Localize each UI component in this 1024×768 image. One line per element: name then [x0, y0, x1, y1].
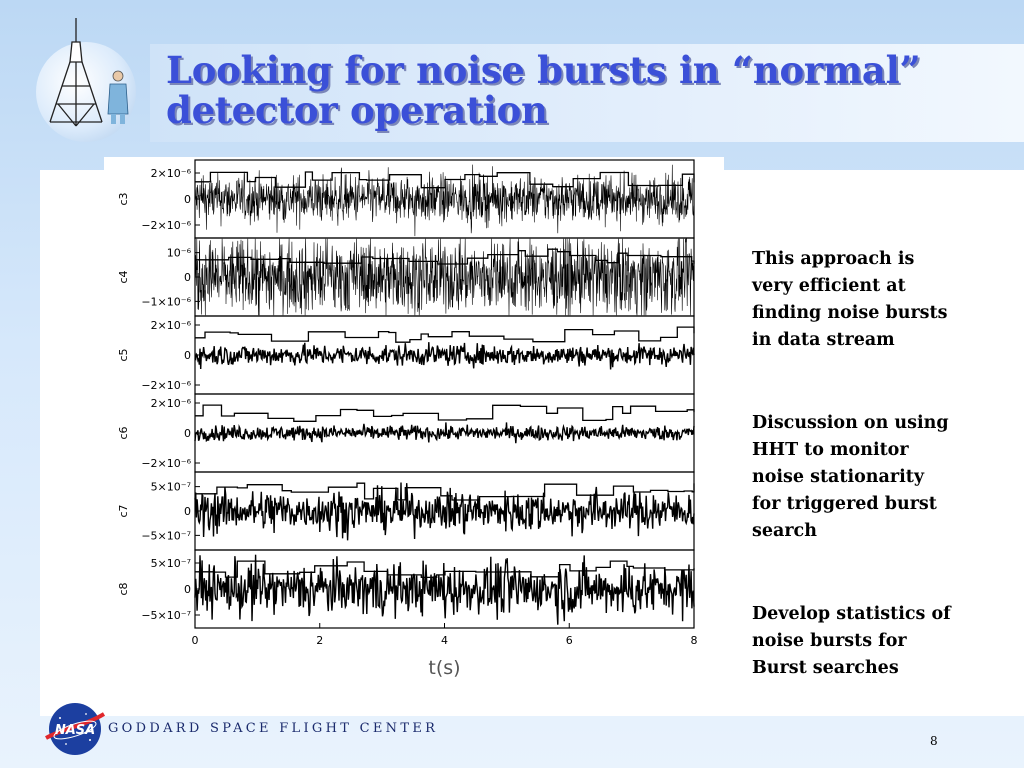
bullet-2-line: noise stationarity — [752, 467, 924, 487]
y-tick-label: −2×10⁻⁶ — [141, 457, 191, 470]
slide-title-line-1: Looking for noise bursts in “normal” — [166, 48, 921, 92]
y-axis-label: c3 — [117, 192, 130, 205]
y-tick-label: −5×10⁻⁷ — [141, 529, 191, 542]
y-tick-label: −1×10⁻⁶ — [141, 295, 191, 308]
y-tick-label: 2×10⁻⁶ — [151, 397, 192, 410]
x-tick-label: 4 — [441, 634, 448, 647]
y-tick-label: 0 — [184, 349, 191, 362]
slide-title-line-2: detector operation — [166, 88, 548, 132]
burst-step-line — [195, 171, 695, 189]
y-tick-label: 0 — [184, 193, 191, 206]
y-tick-label: 10⁻⁶ — [167, 247, 192, 260]
footer-org-name: GODDARD SPACE FLIGHT CENTER — [108, 721, 439, 736]
y-tick-label: −5×10⁻⁷ — [141, 609, 191, 622]
nasa-logo-icon: NASA — [45, 703, 106, 755]
y-axis-label: c6 — [117, 426, 130, 439]
bullet-3-line: noise bursts for — [752, 631, 907, 651]
y-tick-label: 0 — [184, 271, 191, 284]
y-axis-label: c5 — [117, 348, 130, 361]
x-axis-label: t(s) — [428, 657, 460, 679]
bullet-3-line: Develop statistics of — [752, 604, 951, 624]
burst-step-line — [195, 404, 695, 422]
bullet-2-line: search — [752, 521, 817, 541]
bullet-1: This approach is very efficient at findi… — [752, 246, 992, 354]
nasa-logo-text: NASA — [55, 723, 95, 738]
detector-tower-icon — [49, 18, 129, 127]
y-tick-label: 2×10⁻⁶ — [151, 319, 192, 332]
burst-step-line — [195, 326, 695, 343]
y-tick-label: 2×10⁻⁶ — [151, 167, 192, 180]
bullet-2: Discussion on using HHT to monitor noise… — [752, 410, 992, 545]
signal-trace — [194, 342, 695, 370]
bullet-2-line: Discussion on using — [752, 413, 949, 433]
bullet-1-line: This approach is — [752, 249, 915, 269]
bullet-1-line: in data stream — [752, 330, 895, 350]
y-tick-label: 5×10⁻⁷ — [151, 557, 191, 570]
page-number: 8 — [930, 734, 938, 748]
x-tick-label: 6 — [566, 634, 573, 647]
signal-trace — [194, 482, 695, 541]
y-tick-label: 0 — [184, 427, 191, 440]
y-axis-label: c8 — [117, 582, 130, 595]
y-axis-label: c7 — [117, 504, 130, 517]
signal-trace — [194, 554, 695, 625]
y-tick-label: 0 — [184, 583, 191, 596]
y-tick-label: 0 — [184, 505, 191, 518]
signal-trace — [194, 422, 695, 444]
y-axis-label: c4 — [117, 270, 130, 283]
bullet-3: Develop statistics of noise bursts for B… — [752, 601, 992, 682]
bullet-3-line: Burst searches — [752, 658, 899, 678]
y-tick-label: −2×10⁻⁶ — [141, 379, 191, 392]
signal-trace — [194, 164, 695, 237]
signal-trace — [194, 238, 695, 316]
bullet-1-line: very efficient at — [752, 276, 906, 296]
x-tick-label: 0 — [192, 634, 199, 647]
x-tick-label: 2 — [316, 634, 323, 647]
y-tick-label: −2×10⁻⁶ — [141, 219, 191, 232]
slide-title: Looking for noise bursts in “normal” det… — [166, 50, 1006, 130]
imf-noise-chart: 2×10⁻⁶ 0 −2×10⁻⁶ c3 10⁻⁶ 0 −1×10⁻⁶ c4 2×10⁻⁶ 0 −2×… — [117, 159, 698, 679]
bullet-2-line: for triggered burst — [752, 494, 937, 514]
x-tick-label: 8 — [691, 634, 698, 647]
bullet-2-line: HHT to monitor — [752, 440, 909, 460]
bullet-1-line: finding noise bursts — [752, 303, 948, 323]
y-tick-label: 5×10⁻⁷ — [151, 481, 191, 494]
